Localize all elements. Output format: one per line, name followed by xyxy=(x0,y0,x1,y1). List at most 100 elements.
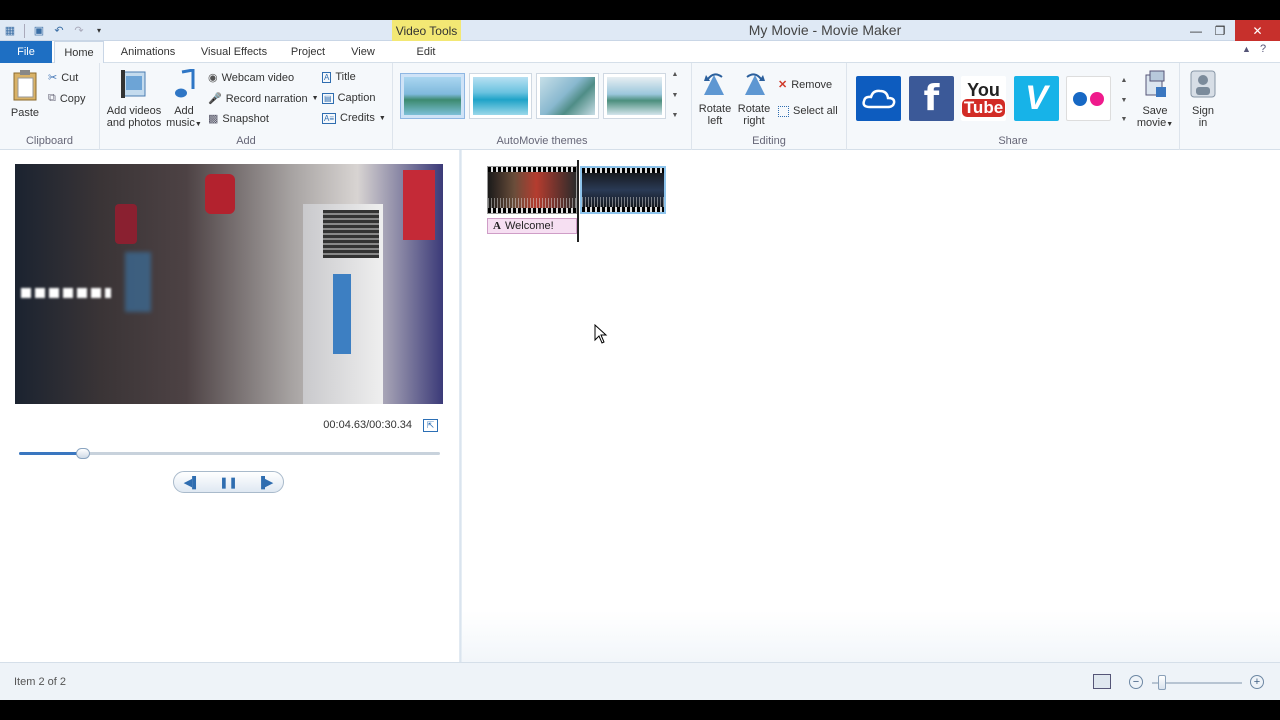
tab-project[interactable]: Project xyxy=(282,41,334,63)
blue-glow-shape xyxy=(125,252,151,312)
clipboard-group-label: Clipboard xyxy=(25,135,74,147)
flickr-blue-dot xyxy=(1073,91,1087,106)
previous-frame-icon[interactable]: ◀▌ xyxy=(184,476,200,489)
fullscreen-icon[interactable]: ⇱ xyxy=(423,419,438,432)
chevron-down-icon[interactable]: ▼ xyxy=(1121,97,1128,104)
rotate-right-button[interactable]: Rotate right xyxy=(736,71,772,127)
film-sprocket xyxy=(488,208,576,213)
chevron-down-icon: ▼ xyxy=(194,121,202,128)
group-share: f You Tube V ▲ ▼ ▼ Save movie▼ Share xyxy=(847,63,1180,150)
next-frame-icon[interactable]: ▐▶ xyxy=(257,476,273,489)
ribbon-tabs: File Home Animations Visual Effects Proj… xyxy=(0,41,1280,64)
redo-icon[interactable]: ↷ xyxy=(71,23,87,39)
snapshot-label: Snapshot xyxy=(222,112,269,125)
undo-icon[interactable]: ↶ xyxy=(51,23,67,39)
chevron-down-icon[interactable]: ▼ xyxy=(672,92,679,99)
rotate-right-label-2: right xyxy=(743,115,765,127)
seek-bar[interactable] xyxy=(19,448,440,459)
tab-home[interactable]: Home xyxy=(54,41,104,64)
share-scroll[interactable]: ▲ ▼ ▼ xyxy=(1118,77,1130,123)
vimeo-icon[interactable]: V xyxy=(1014,76,1059,121)
playhead[interactable] xyxy=(577,160,579,242)
onedrive-icon[interactable] xyxy=(856,76,901,121)
tab-animations[interactable]: Animations xyxy=(110,41,186,63)
thumbnail-size-icon[interactable] xyxy=(1093,674,1111,689)
caption-glyph-icon: A xyxy=(493,220,501,232)
chevron-up-icon[interactable]: ▲ xyxy=(1121,77,1128,84)
webcam-video-button[interactable]: ◉ Webcam video xyxy=(208,71,294,85)
title-icon: A xyxy=(322,71,332,83)
video-clip-selected[interactable] xyxy=(580,166,666,214)
tab-visual-effects[interactable]: Visual Effects xyxy=(192,41,276,63)
red-lamp-shape xyxy=(205,174,235,214)
cut-button[interactable]: ✂ Cut xyxy=(48,71,78,85)
help-icon[interactable]: ? xyxy=(1260,43,1266,55)
seek-bar-fill xyxy=(19,452,84,455)
theme-thumbnail[interactable] xyxy=(469,73,532,119)
theme-preview-image xyxy=(473,77,528,115)
blue-stripe-shape xyxy=(333,274,351,354)
add-videos-label-2: and photos xyxy=(106,117,162,129)
rotate-right-label-1: Rotate xyxy=(737,103,771,115)
quick-access-toolbar: ▦ ▣ ↶ ↷ ▾ xyxy=(0,20,107,41)
theme-thumbnail[interactable] xyxy=(536,73,599,119)
paste-label: Paste xyxy=(10,107,40,119)
add-music-button[interactable]: Add music▼ xyxy=(166,68,202,131)
tab-file[interactable]: File xyxy=(0,41,52,63)
credits-icon: A≡ xyxy=(322,112,337,124)
video-preview[interactable] xyxy=(15,164,443,404)
sign-in-label-2: in xyxy=(1198,117,1208,129)
flickr-icon[interactable] xyxy=(1066,76,1111,121)
gallery-scroll[interactable]: ▲ ▼ ▼ xyxy=(669,71,681,119)
record-narration-button[interactable]: 🎤 Record narration ▼ xyxy=(208,92,319,106)
storyboard-pane[interactable]: A Welcome! xyxy=(462,150,1280,662)
cloud-icon xyxy=(861,89,895,108)
save-movie-label-1: Save xyxy=(1142,105,1168,117)
theme-preview-image xyxy=(540,77,595,115)
copy-button[interactable]: ⧉ Copy xyxy=(48,92,86,105)
copy-label: Copy xyxy=(59,92,86,105)
tab-edit[interactable]: Edit xyxy=(402,41,450,63)
save-icon[interactable]: ▣ xyxy=(31,23,47,39)
facebook-icon[interactable]: f xyxy=(909,76,954,121)
title-button[interactable]: A Title xyxy=(322,71,356,83)
select-all-button[interactable]: Select all xyxy=(778,105,838,117)
close-button[interactable]: ✕ xyxy=(1235,20,1280,41)
add-videos-label-1: Add videos xyxy=(106,105,162,117)
zoom-out-icon[interactable]: − xyxy=(1129,675,1143,689)
sign-in-button[interactable]: Sign in xyxy=(1186,69,1220,129)
chevron-up-icon[interactable]: ▲ xyxy=(672,71,679,78)
snapshot-button[interactable]: ▩ Snapshot xyxy=(208,112,269,126)
editing-group-label: Editing xyxy=(752,135,786,147)
share-more-icon[interactable]: ▼ xyxy=(1121,116,1128,123)
record-label: Record narration xyxy=(225,92,308,105)
item-count-text: Item 2 of 2 xyxy=(14,676,66,688)
add-videos-button[interactable]: Add videos and photos xyxy=(104,69,164,129)
caption-clip[interactable]: A Welcome! xyxy=(487,218,577,234)
youtube-icon[interactable]: You Tube xyxy=(961,76,1006,121)
caption-button[interactable]: ▤ Caption xyxy=(322,92,375,104)
tab-view[interactable]: View xyxy=(342,41,384,63)
add-music-label-1: Add xyxy=(174,105,194,117)
save-movie-button[interactable]: Save movie▼ xyxy=(1133,69,1177,131)
theme-thumbnail[interactable] xyxy=(400,73,465,119)
theme-thumbnail[interactable] xyxy=(603,73,666,119)
scissors-icon: ✂ xyxy=(48,72,58,84)
caption-label: Caption xyxy=(337,92,376,104)
seek-bar-thumb[interactable] xyxy=(76,448,91,459)
customize-qat-icon[interactable]: ▾ xyxy=(91,23,107,39)
paste-button[interactable]: Paste xyxy=(8,69,42,119)
gallery-more-icon[interactable]: ▼ xyxy=(672,112,679,119)
minimize-ribbon-icon[interactable]: ▲ xyxy=(1242,44,1251,54)
timecode: 00:04.63/00:30.34 xyxy=(323,419,412,431)
remove-button[interactable]: ✕ Remove xyxy=(778,78,832,92)
app-menu-icon[interactable]: ▦ xyxy=(2,23,18,39)
zoom-slider-thumb[interactable] xyxy=(1158,675,1166,690)
rotate-left-button[interactable]: Rotate left xyxy=(697,71,733,127)
themes-group-label: AutoMovie themes xyxy=(496,135,588,147)
zoom-in-icon[interactable]: + xyxy=(1250,675,1264,689)
video-clip[interactable] xyxy=(487,166,577,214)
restore-button[interactable]: ❐ xyxy=(1206,20,1234,41)
pause-icon[interactable]: ❚❚ xyxy=(219,476,237,489)
credits-button[interactable]: A≡ Credits ▼ xyxy=(322,112,386,124)
